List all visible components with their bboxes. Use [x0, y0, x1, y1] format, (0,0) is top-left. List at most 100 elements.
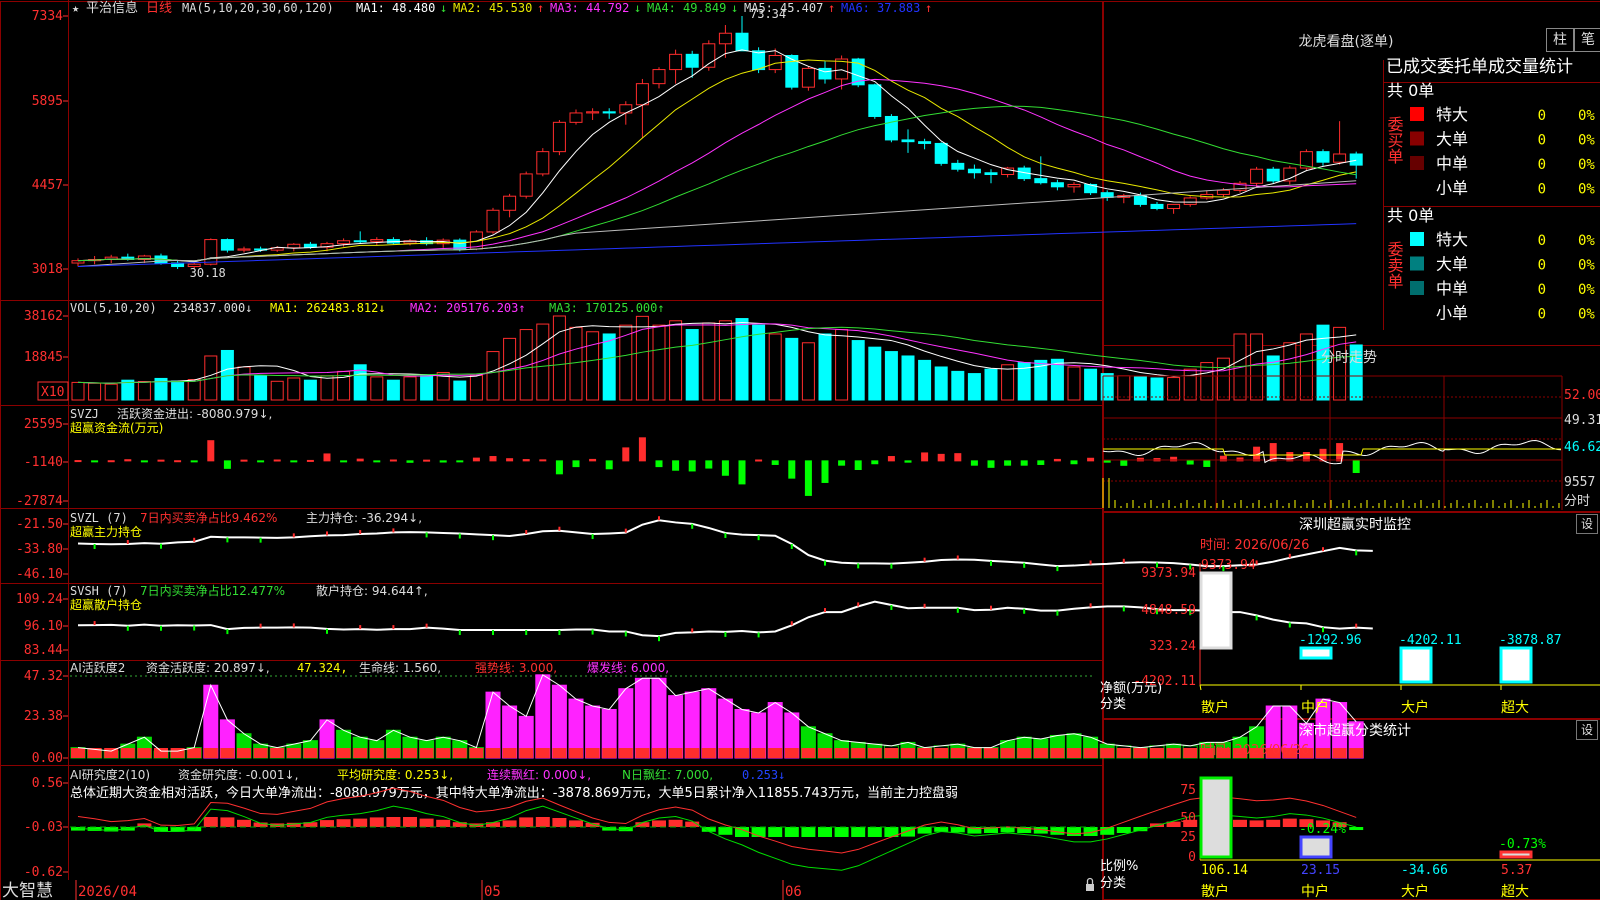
dragon-row-pct: 0%: [1578, 233, 1595, 249]
price-panel-header: ★ 平治信息 日线 MA(5,10,20,30,60,120) MA1: 48.4…: [72, 0, 932, 16]
bar: [1020, 460, 1028, 466]
bar: [984, 368, 998, 401]
tick-view-button[interactable]: 笔: [1574, 28, 1600, 52]
ai2-bar: [768, 827, 783, 837]
volume-unit: X10: [41, 385, 64, 400]
bar: [638, 437, 646, 462]
candle-body: [652, 69, 666, 85]
volume-ma1: MA1: 262483.812↓: [270, 301, 386, 315]
bar: [605, 460, 613, 470]
dragon-total: 共 0单: [1387, 206, 1434, 225]
bar: [469, 374, 483, 401]
bar: [1167, 377, 1181, 401]
axis-tick-label: 38162: [24, 309, 63, 324]
ma-value: 49.849: [683, 1, 726, 15]
bar: [74, 460, 82, 463]
bar: [685, 329, 699, 401]
bar: [672, 460, 680, 471]
bar: [721, 460, 729, 476]
lock-icon[interactable]: [1086, 877, 1094, 892]
bar: [1084, 368, 1098, 401]
svzj-value: 活跃资金进出: -8080.979↓,: [117, 406, 272, 421]
dragon-row-count: 0: [1538, 182, 1546, 198]
ma-arrow: ↑: [925, 1, 932, 15]
svzj-subtitle: 超赢资金流(万元): [70, 420, 163, 435]
bar: [104, 383, 118, 401]
ma-arrow: ↑: [537, 1, 544, 15]
ai1-base-bar: [784, 748, 799, 758]
ai1-base-bar: [635, 748, 650, 758]
ai2-bar: [220, 817, 235, 827]
candle-body: [1133, 195, 1147, 205]
bar: [954, 453, 962, 462]
intraday-axis-label: 46.62: [1564, 440, 1600, 455]
bar: [718, 320, 732, 401]
ai1-base-bar: [1067, 748, 1081, 758]
stats-axis-label: 25: [1180, 830, 1196, 845]
ai2-average: 平均研究度: 0.253↓,: [337, 767, 453, 782]
bar: [854, 460, 862, 470]
candle-body: [1283, 167, 1297, 182]
monitor-settings-button[interactable]: 设: [1576, 514, 1598, 534]
ai1-base-bar: [187, 748, 202, 758]
ai1-base-bar: [253, 748, 268, 758]
ai1-burst-line: 爆发线: 6.000,: [587, 660, 669, 675]
monitor-plot: 9373.94 4848.59 323.24 -4202.11 净额(万元)分类 9373…: [1100, 558, 1600, 716]
monitor-bar-label: -4202.11: [1399, 633, 1462, 648]
candlesticks: [71, 16, 1363, 269]
volume-panel: VOL(5,10,20) 234837.000↓ MA1: 262483.812…: [24, 301, 1363, 401]
ai1-base-bar: [486, 748, 500, 758]
ai1-base-bar: [403, 748, 417, 758]
ma-value: 48.480: [392, 1, 435, 15]
candle-body: [918, 141, 932, 144]
dragon-row-name: 中单: [1436, 154, 1468, 173]
ai2-bar: [950, 827, 965, 833]
ai1-base-bar: [353, 748, 368, 758]
dragon-panel: 龙虎看盘(逐单) 已成交委托单成交量统计 共 0单委买单特大 0 0%大单 0 0%中单…: [1299, 33, 1596, 323]
bar: [320, 375, 334, 401]
low-price-marker: 30.18: [190, 266, 226, 280]
bar: [651, 677, 667, 759]
ai1-activity: 资金活跃度: 20.897↓,: [146, 660, 270, 675]
ai2-bar: [718, 827, 733, 835]
dragon-row-name: 特大: [1436, 230, 1468, 249]
ai1-base-bar: [286, 748, 301, 758]
bar: [257, 460, 265, 463]
bar: [1037, 460, 1045, 465]
intraday-axis-label: 9557: [1564, 475, 1595, 490]
ai1-base-bar: [934, 748, 949, 758]
axis-tick-label: 7334: [32, 9, 63, 24]
bar: [373, 460, 381, 463]
bar: [705, 460, 713, 469]
stock-name[interactable]: 平治信息: [86, 0, 138, 16]
ai1-base-bar: [901, 748, 915, 758]
stats-value-label: -34.66: [1401, 863, 1448, 878]
svzl-value: 主力持仓: -36.294↓,: [306, 510, 422, 525]
bar-view-button[interactable]: 柱: [1546, 28, 1574, 52]
period-label[interactable]: 日线: [146, 1, 172, 16]
ai1-base-bar: [1133, 748, 1148, 758]
bar: [901, 355, 915, 401]
fund-flow-panel: SVZJ 活跃资金进出: -8080.979↓, 超赢资金流(万元) 25595…: [16, 406, 1360, 509]
bar: [586, 331, 600, 401]
bar: [1117, 375, 1131, 401]
ai1-base-bar: [735, 748, 749, 758]
monitor-category: 散户: [1201, 699, 1229, 716]
stats-settings-button[interactable]: 设: [1576, 720, 1598, 740]
axis-tick-label: 4457: [32, 178, 63, 193]
svsh-name: SVSH (7): [70, 584, 128, 598]
bar: [254, 375, 268, 401]
axis-tick-label: -27874: [16, 494, 63, 509]
ai1-base-bar: [685, 748, 700, 758]
stats-axis-label: 50: [1180, 811, 1196, 826]
bar: [124, 459, 132, 462]
dragon-row-count: 0: [1538, 233, 1546, 249]
bar: [137, 381, 151, 401]
dragon-subtitle: 已成交委托单成交量统计: [1386, 57, 1573, 77]
candle-body: [868, 84, 882, 117]
candle-body: [718, 32, 732, 45]
ai2-bar: [237, 819, 251, 827]
candle-body: [801, 67, 815, 88]
bar: [453, 380, 467, 401]
ai1-base-bar: [270, 748, 285, 758]
